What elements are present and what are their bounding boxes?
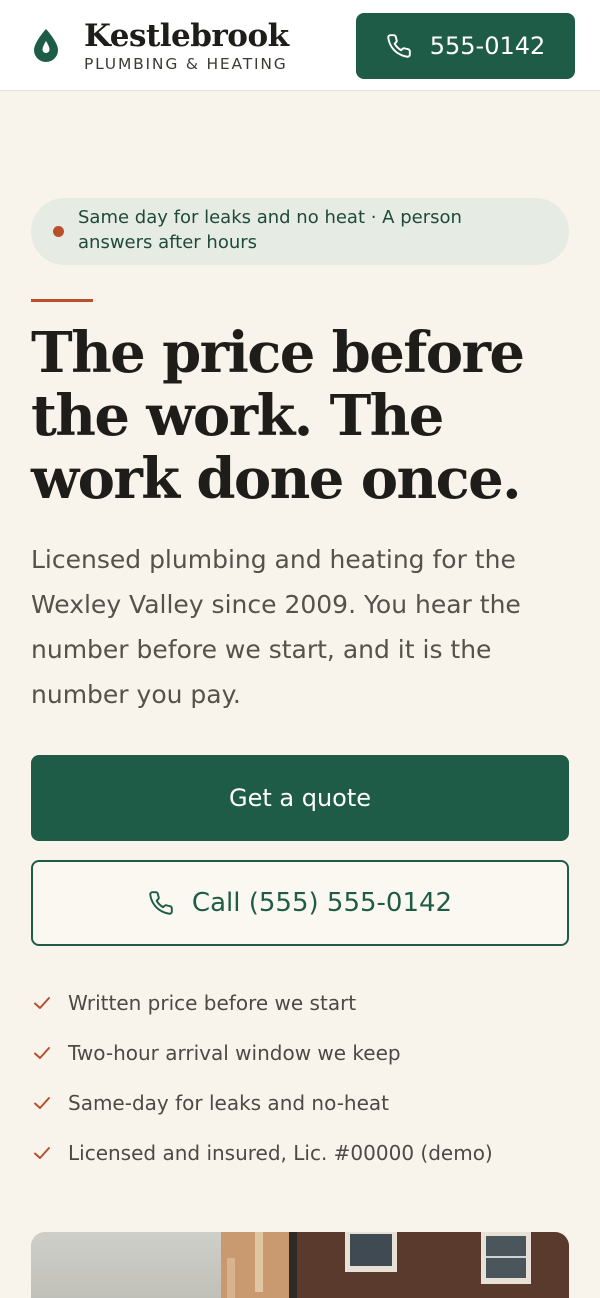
list-item-text: Licensed and insured, Lic. #00000 (demo) — [68, 1141, 493, 1165]
availability-badge: Same day for leaks and no heat · A perso… — [31, 198, 569, 265]
list-item: Licensed and insured, Lic. #00000 (demo) — [31, 1128, 571, 1178]
check-icon — [34, 1047, 50, 1059]
hero-headline: The price before the work. The work done… — [31, 320, 525, 512]
list-item-text: Written price before we start — [68, 991, 357, 1015]
check-icon — [34, 997, 50, 1009]
check-icon — [34, 1097, 50, 1109]
building-image — [31, 1232, 569, 1298]
phone-icon — [149, 891, 173, 915]
header-call-button[interactable]: 555-0142 — [356, 13, 575, 79]
hero-lede: Licensed plumbing and heating for the We… — [31, 545, 521, 709]
list-item: Two-hour arrival window we keep — [31, 1028, 571, 1078]
brand-tagline: PLUMBING & HEATING — [84, 55, 288, 73]
accent-divider — [31, 299, 93, 302]
header-call-number: 555-0142 — [429, 32, 546, 60]
call-button-label: Call (555) 555-0142 — [191, 888, 453, 918]
call-button[interactable]: Call (555) 555-0142 — [31, 860, 569, 946]
hero-photo — [31, 1232, 569, 1298]
check-icon — [34, 1147, 50, 1159]
list-item: Written price before we start — [31, 978, 571, 1028]
status-dot-icon — [53, 226, 64, 237]
site-header: Kestlebrook PLUMBING & HEATING 555-0142 — [0, 0, 600, 91]
assurance-list: Written price before we start Two-hour a… — [31, 978, 571, 1178]
water-drop-icon — [34, 29, 58, 62]
phone-icon — [387, 34, 411, 58]
list-item-text: Same-day for leaks and no-heat — [68, 1091, 389, 1115]
availability-text: Same day for leaks and no heat · A perso… — [78, 207, 462, 253]
brand-name: Kestlebrook — [84, 18, 289, 54]
get-quote-button[interactable]: Get a quote — [31, 755, 569, 841]
list-item: Same-day for leaks and no-heat — [31, 1078, 571, 1128]
list-item-text: Two-hour arrival window we keep — [68, 1041, 401, 1065]
